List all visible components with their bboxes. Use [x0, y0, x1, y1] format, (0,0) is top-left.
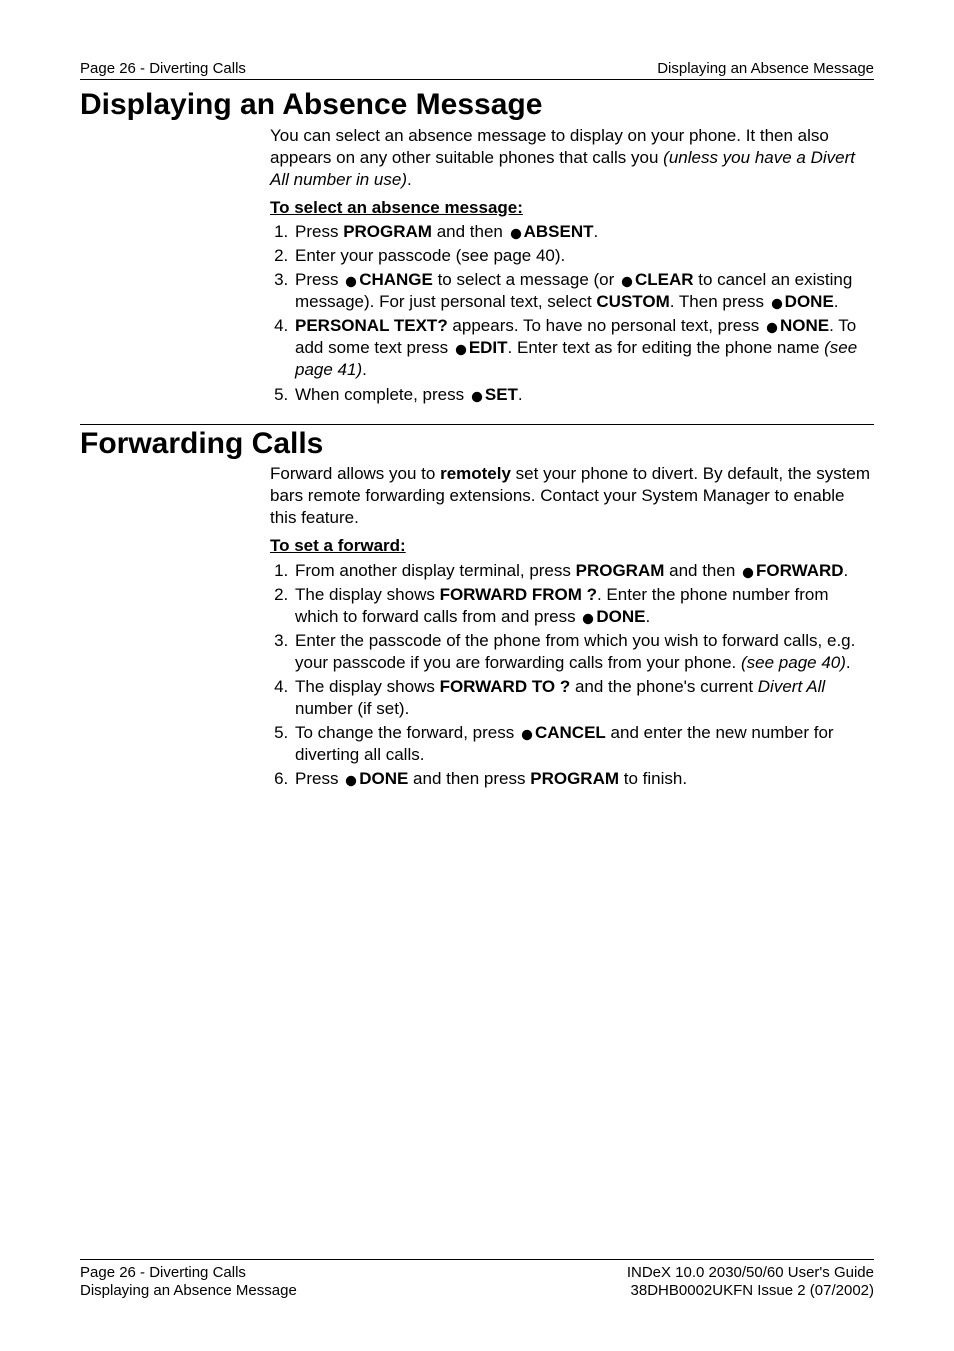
section-body: You can select an absence message to dis… — [270, 125, 874, 406]
text-run: and then — [664, 561, 740, 580]
text-run: DONE — [596, 607, 645, 626]
text-run: (see page 40) — [741, 653, 846, 672]
text-run: PROGRAM — [343, 222, 432, 241]
text-run: to select a message (or — [433, 270, 619, 289]
display-key-icon — [765, 321, 779, 335]
text-run: PROGRAM — [530, 769, 619, 788]
display-key-icon — [509, 227, 523, 241]
text-run: DONE — [785, 292, 834, 311]
intro-paragraph: You can select an absence message to dis… — [270, 125, 874, 191]
text-run: To change the forward, press — [295, 723, 519, 742]
display-key-icon — [741, 566, 755, 580]
text-run: . Enter text as for editing the phone na… — [508, 338, 825, 357]
text-run: . — [362, 360, 367, 379]
text-run: Forward allows you to — [270, 464, 440, 483]
section-body: Forward allows you to remotely set your … — [270, 463, 874, 790]
procedure-heading: To set a forward: — [270, 535, 874, 557]
text-run: . — [518, 385, 523, 404]
text-run: appears. To have no personal text, press — [448, 316, 764, 335]
section-title: Forwarding Calls — [80, 425, 874, 462]
text-run: to finish. — [619, 769, 687, 788]
header-right: Displaying an Absence Message — [657, 60, 874, 77]
steps-list: From another display terminal, press PRO… — [270, 560, 874, 791]
text-run: SET — [485, 385, 518, 404]
text-run: ABSENT — [524, 222, 594, 241]
text-run: PERSONAL TEXT? — [295, 316, 448, 335]
display-key-icon — [770, 297, 784, 311]
step-item: Enter the passcode of the phone from whi… — [293, 630, 874, 674]
step-item: The display shows FORWARD FROM ?. Enter … — [293, 584, 874, 628]
display-key-icon — [470, 390, 484, 404]
step-item: From another display terminal, press PRO… — [293, 560, 874, 582]
steps-list: Press PROGRAM and then ABSENT. Enter your… — [270, 221, 874, 406]
text-run: and the phone's current — [570, 677, 758, 696]
text-run: CHANGE — [359, 270, 433, 289]
text-run: From another display terminal, press — [295, 561, 576, 580]
text-run: Press — [295, 769, 343, 788]
display-key-icon — [344, 275, 358, 289]
text-run: Divert All — [758, 677, 825, 696]
display-key-icon — [454, 343, 468, 357]
step-item: When complete, press SET. — [293, 384, 874, 406]
text-run: CANCEL — [535, 723, 606, 742]
step-item: Press PROGRAM and then ABSENT. — [293, 221, 874, 243]
text-run: The display shows — [295, 677, 440, 696]
running-header: Page 26 - Diverting Calls Displaying an … — [80, 60, 874, 80]
display-key-icon — [520, 728, 534, 742]
display-key-icon — [620, 275, 634, 289]
intro-paragraph: Forward allows you to remotely set your … — [270, 463, 874, 529]
display-key-icon — [344, 774, 358, 788]
footer-left-line2: Displaying an Absence Message — [80, 1282, 297, 1301]
text-run: NONE — [780, 316, 829, 335]
footer-right-line2: 38DHB0002UKFN Issue 2 (07/2002) — [631, 1282, 874, 1301]
step-item: Press CHANGE to select a message (or CLE… — [293, 269, 874, 313]
text-run: FORWARD TO ? — [440, 677, 571, 696]
step-item: Enter your passcode (see page 40). — [293, 245, 874, 267]
text-run: DONE — [359, 769, 408, 788]
step-item: The display shows FORWARD TO ? and the p… — [293, 676, 874, 720]
text-run: PROGRAM — [576, 561, 665, 580]
text-run: The display shows — [295, 585, 440, 604]
running-footer: Page 26 - Diverting Calls INDeX 10.0 203… — [80, 1259, 874, 1302]
procedure-heading: To select an absence message: — [270, 197, 874, 219]
text-run: . — [407, 170, 412, 189]
step-item: To change the forward, press CANCEL and … — [293, 722, 874, 766]
text-run: and then press — [408, 769, 530, 788]
text-run: . — [846, 653, 851, 672]
text-run: When complete, press — [295, 385, 469, 404]
content-area: Displaying an Absence MessageYou can sel… — [80, 86, 874, 790]
step-item: PERSONAL TEXT? appears. To have no perso… — [293, 315, 874, 381]
header-left: Page 26 - Diverting Calls — [80, 60, 246, 77]
text-run: EDIT — [469, 338, 508, 357]
section: Displaying an Absence MessageYou can sel… — [80, 86, 874, 406]
text-run: FORWARD — [756, 561, 844, 580]
text-run: . — [645, 607, 650, 626]
text-run: Press — [295, 270, 343, 289]
text-run: and then — [432, 222, 508, 241]
text-run: FORWARD FROM ? — [440, 585, 597, 604]
text-run: . — [834, 292, 839, 311]
text-run: CUSTOM — [596, 292, 669, 311]
text-run: number (if set). — [295, 699, 409, 718]
document-page: Page 26 - Diverting Calls Displaying an … — [0, 0, 954, 1351]
section: Forwarding CallsForward allows you to re… — [80, 424, 874, 791]
text-run: . Then press — [670, 292, 769, 311]
text-run: . — [594, 222, 599, 241]
text-run: Enter your passcode (see page 40). — [295, 246, 565, 265]
text-run: remotely — [440, 464, 511, 483]
footer-right-line1: INDeX 10.0 2030/50/60 User's Guide — [627, 1264, 874, 1283]
section-title: Displaying an Absence Message — [80, 86, 874, 123]
text-run: CLEAR — [635, 270, 694, 289]
step-item: Press DONE and then press PROGRAM to fin… — [293, 768, 874, 790]
footer-left-line1: Page 26 - Diverting Calls — [80, 1264, 246, 1283]
text-run: Press — [295, 222, 343, 241]
display-key-icon — [581, 612, 595, 626]
text-run: . — [844, 561, 849, 580]
